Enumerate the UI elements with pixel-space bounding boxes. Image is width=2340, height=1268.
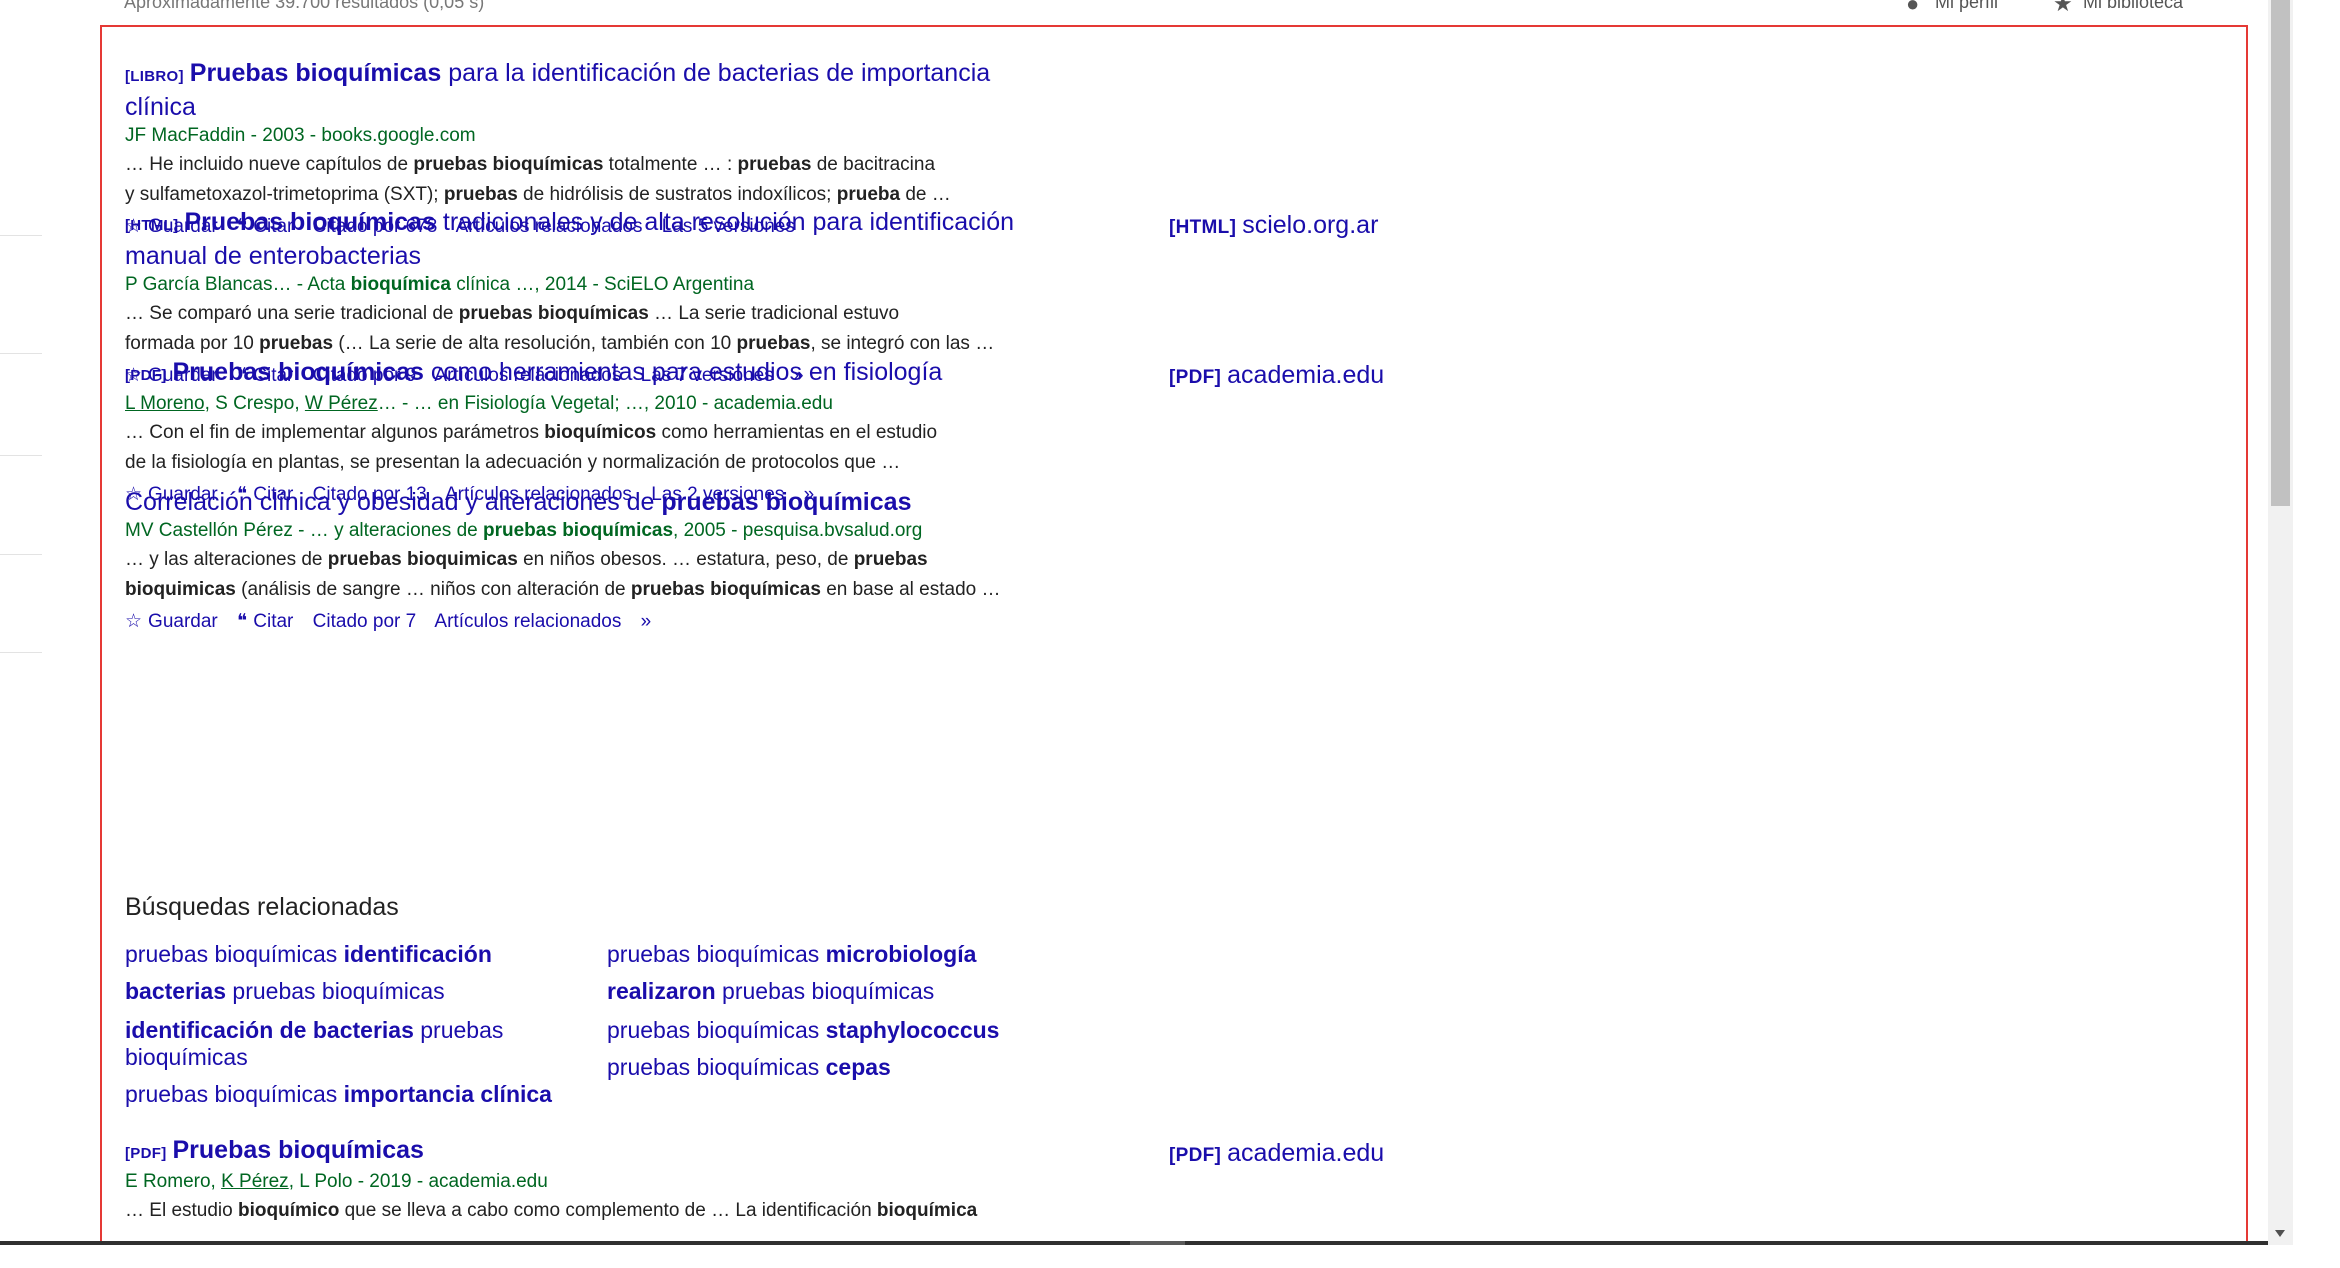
- sidebar-divider: [0, 235, 42, 236]
- result-authors: MV Castellón Pérez - … y alteraciones de…: [125, 520, 923, 541]
- scrollbar-thumb[interactable]: [2271, 0, 2290, 506]
- related-search-link[interactable]: realizaron pruebas bioquímicas: [607, 978, 1047, 1005]
- result-snippet: … El estudio bioquímico que se lleva a c…: [125, 1200, 978, 1221]
- result-title[interactable]: [PDF] Pruebas bioquímicas: [125, 1135, 1145, 1169]
- result-authors: E Romero, K Pérez, L Polo - 2019 - acade…: [125, 1171, 548, 1192]
- full-text-link[interactable]: [HTML] scielo.org.ar: [1169, 211, 1378, 240]
- star-icon: ★: [2053, 0, 2073, 16]
- related-search-link[interactable]: pruebas bioquímicas identificación: [125, 941, 565, 968]
- top-bar: Aproximadamente 39.700 resultados (0,05 …: [0, 0, 2268, 22]
- results-frame: [LIBRO] Pruebas bioquímicas para la ident…: [100, 25, 2248, 1245]
- sidebar-divider: [0, 353, 42, 354]
- result-authors: L Moreno, S Crespo, W Pérez… - … en Fisi…: [125, 393, 833, 414]
- horizontal-scroll-thumb[interactable]: [1130, 1241, 1185, 1245]
- result-snippet: … Se comparó una serie tradicional de pr…: [125, 303, 995, 354]
- author-link[interactable]: W Pérez: [305, 393, 378, 414]
- search-result: Correlación clínica y obesidad y alterac…: [125, 487, 1145, 636]
- sidebar-divider: [0, 554, 42, 555]
- result-title[interactable]: [LIBRO] Pruebas bioquímicas para la ident…: [125, 58, 1145, 123]
- sidebar-divider: [0, 652, 42, 653]
- results-count: Aproximadamente 39.700 resultados (0,05 …: [124, 0, 485, 12]
- sidebar-divider: [0, 455, 42, 456]
- related-search-link[interactable]: pruebas bioquímicas microbiología: [607, 941, 1047, 968]
- result-actions: ☆ Guardar ❝ Citar Citado por 7 Artículos r…: [125, 608, 1145, 636]
- cited-by-link[interactable]: Citado por 7: [313, 611, 417, 632]
- related-search-link[interactable]: pruebas bioquímicas importancia clínica: [125, 1081, 565, 1108]
- result-snippet: … Con el fin de implementar algunos pará…: [125, 422, 938, 473]
- result-snippet: … y las alteraciones de pruebas bioquimi…: [125, 549, 1001, 600]
- bottom-bar: [0, 1241, 2268, 1245]
- result-title[interactable]: Correlación clínica y obesidad y alterac…: [125, 487, 1145, 518]
- related-searches-heading: Búsquedas relacionadas: [125, 893, 399, 921]
- result-type-tag: [PDF]: [125, 1145, 167, 1162]
- result-authors: P García Blancas… - Acta bioquímica clín…: [125, 274, 755, 295]
- my-library-link[interactable]: Mi biblioteca: [2083, 0, 2183, 13]
- vertical-scrollbar[interactable]: [2268, 0, 2293, 1245]
- related-search-link[interactable]: pruebas bioquímicas cepas: [607, 1054, 1047, 1081]
- result-type-tag: [PDF]: [125, 367, 167, 384]
- person-icon: ●: [1906, 0, 1920, 16]
- related-search-link[interactable]: bacterias pruebas bioquímicas: [125, 978, 565, 1005]
- related-articles-link[interactable]: Artículos relacionados: [434, 611, 621, 632]
- result-type-tag: [HTML]: [125, 217, 179, 234]
- full-text-link[interactable]: [PDF] academia.edu: [1169, 1139, 1384, 1168]
- result-title[interactable]: [PDF] Pruebas bioquímicas como herramient…: [125, 357, 1145, 391]
- result-authors: JF MacFaddin - 2003 - books.google.com: [125, 125, 476, 146]
- author-link[interactable]: L Moreno: [125, 393, 205, 414]
- double-chevron-icon[interactable]: »: [641, 611, 652, 632]
- related-search-link[interactable]: identificación de bacterias pruebas bioq…: [125, 1017, 525, 1071]
- scroll-down-arrow-icon[interactable]: [2275, 1230, 2285, 1237]
- author-link[interactable]: K Pérez: [221, 1171, 289, 1192]
- quote-icon: ❝: [237, 611, 248, 632]
- cite-button[interactable]: ❝ Citar: [237, 611, 293, 632]
- my-profile-link[interactable]: Mi perfil: [1935, 0, 1998, 13]
- result-snippet: … He incluido nueve capítulos de pruebas…: [125, 154, 951, 205]
- result-type-tag: [LIBRO]: [125, 68, 184, 85]
- save-button[interactable]: ☆ Guardar: [125, 611, 218, 632]
- full-text-link[interactable]: [PDF] academia.edu: [1169, 361, 1384, 390]
- related-search-link[interactable]: pruebas bioquímicas staphylococcus: [607, 1017, 1047, 1044]
- search-result: [PDF] Pruebas bioquímicas E Romero, K Pér…: [125, 1135, 1145, 1226]
- star-outline-icon: ☆: [125, 611, 143, 632]
- result-title[interactable]: [HTML] Pruebas bioquímicas tradicionales …: [125, 207, 1145, 272]
